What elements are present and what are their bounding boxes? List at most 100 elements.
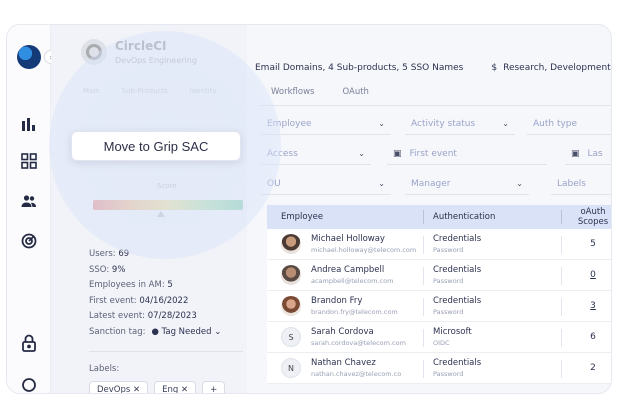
employee-email: sarah.cordova@telecom.com <box>311 339 406 347</box>
auth-method: Credentials <box>433 265 482 275</box>
employee-email: brandon.fry@telecom.com <box>311 308 398 316</box>
employee-filter-label: Employee <box>267 118 312 129</box>
oauth-scopes-count: 6 <box>590 332 596 342</box>
gauge-pointer-icon <box>157 211 165 217</box>
employee-name: Sarah Cordova <box>311 327 374 337</box>
column-divider <box>561 210 562 224</box>
employee-name: Nathan Chavez <box>311 358 376 368</box>
ou-filter[interactable]: OU ⌄ <box>261 173 391 195</box>
sanction-value: Tag Needed <box>161 326 212 337</box>
support-icon[interactable] <box>17 373 41 393</box>
chevron-down-icon: ⌄ <box>378 179 385 188</box>
auth-detail: OIDC <box>433 339 450 347</box>
table-row[interactable]: S Sarah Cordova sarah.cordova@telecom.co… <box>267 322 611 353</box>
panel-tab-sub-products[interactable]: Sub-Products <box>122 87 168 95</box>
employee-email: nathan.chavez@telecom.co <box>311 370 402 378</box>
auth-type-filter[interactable]: Auth type <box>527 113 611 135</box>
chevron-down-icon: ⌄ <box>502 119 509 128</box>
label-chip-devops[interactable]: DevOps ✕ <box>89 381 149 393</box>
divider <box>89 351 243 352</box>
app-name: CircleCI <box>115 39 167 53</box>
oauth-scopes-count: 5 <box>590 239 596 249</box>
calendar-icon: ▣ <box>571 148 580 159</box>
column-employee[interactable]: Employee <box>281 205 323 229</box>
auth-detail: Password <box>433 277 464 285</box>
users-label: Users: <box>89 249 116 259</box>
label-chips: DevOps ✕ Eng ✕ + <box>89 381 226 393</box>
employee-email: michael.holloway@telecom.com <box>311 246 417 254</box>
activity-status-filter[interactable]: Activity status ⌄ <box>405 113 515 135</box>
column-oauth-label: oAuth <box>580 207 606 217</box>
column-authentication[interactable]: Authentication <box>433 205 495 229</box>
users-icon[interactable] <box>17 189 41 213</box>
oauth-scopes-link[interactable]: 3 <box>585 301 601 311</box>
employee-name: Michael Holloway <box>311 234 385 244</box>
users-value: 69 <box>118 249 130 259</box>
table-row[interactable]: Andrea Campbell acampbell@telecom.com Cr… <box>267 260 611 291</box>
add-label-button[interactable]: + <box>202 381 226 393</box>
employee-filter[interactable]: Employee ⌄ <box>261 113 391 135</box>
cell-divider <box>423 360 424 378</box>
column-scopes-label: Scopes <box>577 217 609 227</box>
employees-label: Employees in AM: <box>89 280 165 290</box>
move-to-grip-sac-tooltip[interactable]: Move to Grip SAC <box>71 131 241 161</box>
employee-name: Andrea Campbell <box>311 265 385 275</box>
table-row[interactable]: Michael Holloway michael.holloway@teleco… <box>267 229 611 260</box>
auth-method: Credentials <box>433 296 482 306</box>
cell-divider <box>561 329 562 347</box>
avatar: N <box>281 358 301 378</box>
auth-type-label: Auth type <box>533 118 578 129</box>
table-row[interactable]: Brandon Fry brandon.fry@telecom.com Cred… <box>267 291 611 322</box>
sanction-label: Sanction tag: <box>89 326 146 337</box>
last-event-filter[interactable]: ▣ Las <box>565 143 611 165</box>
sanction-tag-select[interactable]: ● Tag Needed ⌄ <box>151 325 221 341</box>
label-chip-eng[interactable]: Eng ✕ <box>154 381 197 393</box>
app-window: › CircleCI DevOps Engineering <box>6 24 612 394</box>
auth-method: Credentials <box>433 234 482 244</box>
avatar <box>281 265 301 285</box>
chevron-down-icon: ⌄ <box>378 119 385 128</box>
auth-detail: Password <box>433 370 464 378</box>
chevron-down-icon: ⌄ <box>358 149 365 158</box>
avatar: S <box>281 327 301 347</box>
brand-logo[interactable] <box>17 45 41 69</box>
tab-workflows[interactable]: Workflows <box>271 87 314 97</box>
manager-filter[interactable]: Manager ⌄ <box>405 173 529 195</box>
grid-icon[interactable] <box>17 149 41 173</box>
table-row[interactable]: N Nathan Chavez nathan.chavez@telecom.co… <box>267 353 611 384</box>
panel-tab-identity[interactable]: Identity <box>190 87 217 95</box>
panel-tabs: Main Sub-Products Identity <box>83 87 217 95</box>
manager-label: Manager <box>411 178 451 189</box>
cell-divider <box>561 298 562 316</box>
labels-filter-label: Labels <box>557 178 586 189</box>
employee-email: acampbell@telecom.com <box>311 277 394 285</box>
first-event-value: 04/16/2022 <box>139 295 189 306</box>
labels-title: Labels: <box>89 364 120 374</box>
auth-detail: Password <box>433 308 464 316</box>
auth-method: Microsoft <box>433 327 472 337</box>
auth-method: Credentials <box>433 358 482 368</box>
score-label: Score <box>157 182 177 190</box>
last-event-filter-label: Las <box>587 148 603 159</box>
analytics-icon[interactable] <box>17 113 41 137</box>
first-event-filter[interactable]: ▣ First event <box>387 143 547 165</box>
cell-divider <box>423 267 424 285</box>
cell-divider <box>423 329 424 347</box>
cell-divider <box>561 360 562 378</box>
panel-tab-main[interactable]: Main <box>83 87 100 95</box>
calendar-icon: ▣ <box>393 148 402 159</box>
sso-label: SSO: <box>89 264 110 275</box>
circleci-logo-icon <box>81 39 107 65</box>
score-gauge <box>93 200 243 210</box>
access-filter[interactable]: Access ⌄ <box>261 143 371 165</box>
ou-label: OU <box>267 178 281 189</box>
radar-icon[interactable] <box>17 229 41 253</box>
table-header: Employee Authentication oAuth Scopes <box>267 205 611 229</box>
labels-filter[interactable]: Labels <box>551 173 611 195</box>
oauth-scopes-link[interactable]: 0 <box>585 270 601 280</box>
employees-value: 5 <box>167 280 173 290</box>
tabs: Workflows OAuth <box>271 87 369 97</box>
tab-oauth[interactable]: OAuth <box>342 87 368 97</box>
column-oauth-scopes[interactable]: oAuth Scopes <box>573 205 611 229</box>
lock-icon[interactable] <box>17 331 41 355</box>
